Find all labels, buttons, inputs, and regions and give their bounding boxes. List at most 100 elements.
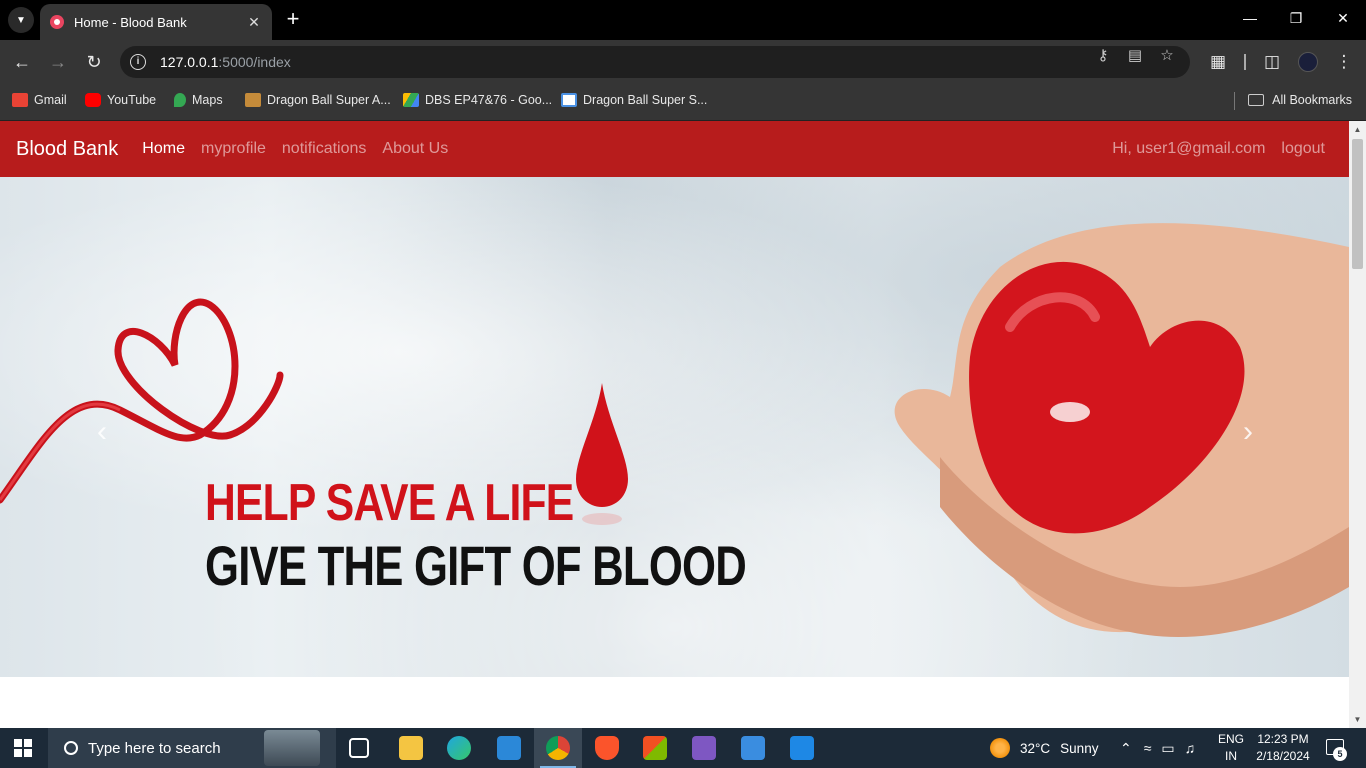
file-explorer-icon[interactable] [399, 736, 423, 760]
translate-icon[interactable]: ▤ [1126, 48, 1144, 64]
scroll-up-icon[interactable]: ▲ [1349, 125, 1366, 134]
gmail-icon [12, 93, 28, 107]
page-viewport: Blood Bank Home myprofile notifications … [0, 121, 1366, 728]
bookmark-maps[interactable]: Maps [174, 93, 223, 107]
image-icon [245, 93, 261, 107]
new-tab-button[interactable]: + [282, 8, 304, 30]
bookmark-label: Dragon Ball Super A... [267, 93, 391, 107]
nav-link-myprofile[interactable]: myprofile [201, 140, 266, 158]
page-scrollbar[interactable]: ▲ ▼ [1349, 121, 1366, 728]
close-window-icon[interactable]: ✕ [1333, 10, 1353, 27]
nav-link-home[interactable]: Home [142, 140, 185, 158]
toolbar-divider [1244, 54, 1246, 70]
bookmarks-divider [1234, 92, 1235, 110]
bookmark-dragon-ball-a[interactable]: Dragon Ball Super A... [245, 93, 391, 107]
search-highlight-image [264, 730, 320, 766]
menu-dots-icon[interactable]: ⋮ [1334, 52, 1354, 72]
site-info-icon[interactable]: i [130, 54, 146, 70]
taskbar-search-placeholder: Type here to search [88, 739, 221, 757]
edge-icon[interactable] [447, 736, 471, 760]
site-navbar: Blood Bank Home myprofile notifications … [0, 121, 1349, 177]
blood-drop-image [576, 383, 628, 525]
extensions-icon[interactable]: ▦ [1208, 52, 1228, 72]
task-view-icon[interactable] [349, 738, 369, 758]
bookmark-dragon-ball-s[interactable]: Dragon Ball Super S... [561, 93, 707, 107]
notification-count-badge: 5 [1333, 747, 1347, 761]
forward-arrow-icon[interactable]: → [47, 51, 69, 73]
bookmark-youtube[interactable]: YouTube [85, 93, 156, 107]
tab-title: Home - Blood Bank [74, 14, 187, 30]
weather-temp: 32°C [1020, 740, 1051, 756]
site-icon [561, 93, 577, 107]
password-key-icon[interactable]: ⚷ [1094, 48, 1112, 64]
wifi-icon[interactable]: ≈ [1144, 740, 1152, 756]
bookmark-label: DBS EP47&76 - Goo... [425, 93, 553, 107]
chrome-icon[interactable] [540, 736, 576, 768]
back-arrow-icon[interactable]: ← [11, 51, 33, 73]
taskbar-clock[interactable]: 12:23 PM 2/18/2024 [1250, 731, 1316, 765]
volume-icon[interactable]: ♫ [1185, 740, 1196, 756]
tab-close-icon[interactable]: ✕ [246, 14, 262, 31]
scroll-down-icon[interactable]: ▼ [1349, 715, 1366, 724]
chevron-up-icon[interactable]: ⌃ [1120, 740, 1132, 757]
browser-tab[interactable]: Home - Blood Bank ✕ [40, 4, 272, 40]
chevron-down-icon: ▼ [16, 14, 26, 26]
bookmark-label: Gmail [34, 93, 67, 107]
store-icon[interactable] [643, 736, 667, 760]
scrollbar-thumb[interactable] [1352, 139, 1363, 269]
windows-taskbar: Type here to search 32°C Sunny ⌃ ≈ ▭ ♫ E… [0, 728, 1366, 768]
brave-icon[interactable] [595, 736, 619, 760]
google-drive-icon [403, 93, 419, 107]
minimize-icon[interactable]: — [1240, 10, 1260, 26]
windows-start-icon[interactable] [14, 739, 32, 757]
mail-icon[interactable] [497, 736, 521, 760]
battery-icon[interactable]: ▭ [1161, 740, 1174, 757]
restore-icon[interactable]: ❐ [1286, 10, 1306, 27]
photos-icon[interactable] [741, 736, 765, 760]
bookmark-dbs-drive[interactable]: DBS EP47&76 - Goo... [403, 93, 552, 107]
weather-desc: Sunny [1060, 740, 1099, 756]
clock-time: 12:23 PM [1257, 732, 1309, 746]
all-bookmarks-button[interactable]: All Bookmarks [1248, 93, 1352, 107]
nav-link-notifications[interactable]: notifications [282, 140, 367, 158]
user-greeting[interactable]: Hi, user1@gmail.com [1112, 140, 1265, 158]
language-indicator[interactable]: ENG IN [1216, 731, 1246, 765]
taskbar-search-box[interactable]: Type here to search [48, 728, 336, 768]
logout-link[interactable]: logout [1281, 140, 1325, 158]
carousel-next-icon[interactable]: › [1236, 415, 1260, 449]
carousel-prev-icon[interactable]: ‹ [90, 415, 114, 449]
folder-icon [1248, 94, 1265, 106]
sun-icon [990, 738, 1010, 758]
clock-date: 2/18/2024 [1256, 749, 1310, 763]
reload-icon[interactable]: ↻ [83, 51, 105, 73]
region-code: IN [1225, 749, 1237, 763]
language-code: ENG [1217, 732, 1244, 746]
system-tray: ⌃ ≈ ▭ ♫ [1120, 728, 1195, 768]
side-panel-icon[interactable]: ◫ [1262, 52, 1282, 72]
blood-bank-favicon [50, 15, 64, 29]
address-bar[interactable]: i 127.0.0.1:5000/index [120, 46, 1190, 78]
youtube-icon [85, 93, 101, 107]
bookmark-label: Dragon Ball Super S... [583, 93, 708, 107]
address-url: 127.0.0.1:5000/index [160, 54, 291, 70]
search-icon [64, 741, 78, 755]
hero-subheadline: GIVE THE GIFT OF BLOOD [205, 534, 747, 597]
bookmark-star-icon[interactable]: ☆ [1158, 48, 1176, 64]
weather-widget[interactable]: 32°C Sunny [990, 728, 1098, 768]
bookmarks-bar: Gmail YouTube Maps Dragon Ball Super A..… [0, 84, 1366, 121]
hero-carousel: HELP SAVE A LIFE GIVE THE GIFT OF BLOOD … [0, 177, 1349, 677]
browser-tab-bar: ▼ Home - Blood Bank ✕ + — ❐ ✕ [0, 0, 1366, 40]
tab-search-button[interactable]: ▼ [8, 7, 34, 33]
profile-avatar[interactable] [1298, 52, 1318, 72]
all-bookmarks-label: All Bookmarks [1272, 93, 1352, 107]
site-brand[interactable]: Blood Bank [16, 138, 118, 161]
nav-user-area: Hi, user1@gmail.com logout [1096, 121, 1325, 177]
bookmark-gmail[interactable]: Gmail [12, 93, 67, 107]
visual-studio-icon[interactable] [692, 736, 716, 760]
vscode-icon[interactable] [790, 736, 814, 760]
maps-icon [174, 93, 186, 107]
bookmark-label: Maps [192, 93, 223, 107]
browser-toolbar: ← → ↻ i 127.0.0.1:5000/index ⚷ ▤ ☆ ▦ ◫ ⋮ [0, 40, 1366, 84]
nav-link-about[interactable]: About Us [382, 140, 448, 158]
url-path: :5000/index [218, 54, 291, 70]
